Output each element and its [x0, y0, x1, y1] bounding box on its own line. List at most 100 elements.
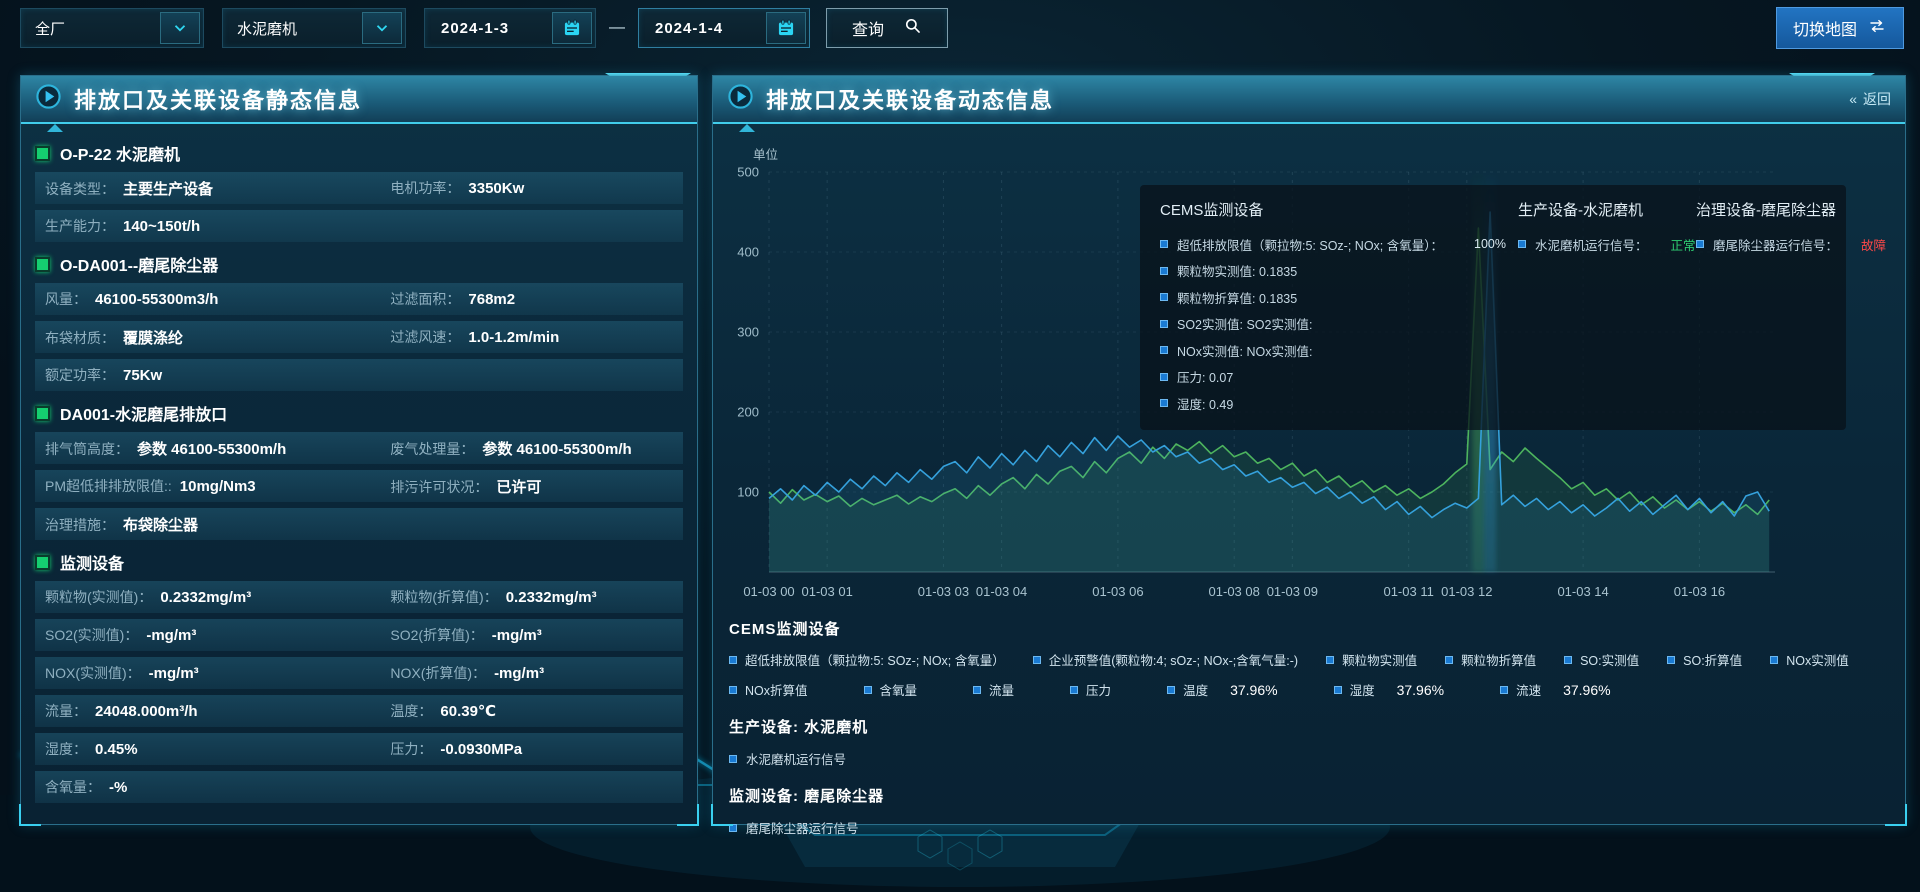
legend-item-label: 磨尾除尘器运行信号: [746, 818, 859, 837]
info-row: PM超低排排放限值::10mg/Nm3 排污许可状况：已许可: [35, 470, 683, 502]
play-icon: [35, 83, 62, 115]
section-header: O-DA001--磨尾除尘器: [35, 248, 683, 280]
static-info-panel-header: 排放口及关联设备静态信息: [21, 76, 697, 124]
legend-bullet-icon: [1160, 293, 1168, 301]
play-icon: [727, 83, 754, 115]
field-label: 治理措施：: [45, 515, 115, 535]
tooltip-title: 治理设备-磨尾除尘器: [1696, 199, 1886, 220]
svg-text:01-03 08: 01-03 08: [1209, 584, 1260, 599]
info-row: 风量：46100-55300m3/h 过滤面积：768m2: [35, 283, 683, 315]
legend-bullet-icon: [1160, 346, 1168, 354]
field-label: 湿度：: [45, 739, 87, 759]
section-header: DA001-水泥磨尾排放口: [35, 397, 683, 429]
info-row: 治理措施：布袋除尘器: [35, 508, 683, 540]
field-label: NOX(折算值)：: [390, 663, 486, 683]
info-row: 颗粒物(实测值)：0.2332mg/m³ 颗粒物(折算值)：0.2332mg/m…: [35, 581, 683, 613]
info-row: NOX(实测值)：-mg/m³ NOX(折算值)：-mg/m³: [35, 657, 683, 689]
legend-bullet-icon: [1160, 320, 1168, 328]
tooltip-item: 颗粒物折算值: 0.1835: [1160, 284, 1518, 311]
field-label: 设备类型：: [45, 179, 115, 199]
info-row: 布袋材质：覆膜涤纶 过滤风速：1.0-1.2m/min: [35, 321, 683, 353]
legend-item[interactable]: 颗粒物实测值: [1326, 650, 1417, 669]
legend-item-label: SO:折算值: [1683, 650, 1742, 669]
legend-item-label: SO:实测值: [1580, 650, 1639, 669]
field-label: SO2(实测值)：: [45, 625, 138, 645]
section-title: DA001-水泥磨尾排放口: [60, 401, 227, 425]
monitor-device-block: 监测设备: 磨尾除尘器 磨尾除尘器运行信号: [729, 785, 1889, 837]
legend-item-label: 压力: [1086, 680, 1111, 699]
legend-item[interactable]: 超低排放限值（颗拉物:5: SOz-; NOx; 含氧量）: [729, 650, 1005, 669]
field-label: 电机功率：: [390, 178, 460, 198]
tooltip-item: 水泥磨机运行信号：正常: [1518, 231, 1696, 258]
legend-item-label: 水泥磨机运行信号: [746, 749, 846, 768]
legend-item[interactable]: 压力: [1070, 680, 1111, 699]
legend-bullet-icon: [729, 755, 737, 763]
legend-item[interactable]: 企业预警值(颗粒物:4; sOz-; NOx-;含氧气量:-): [1033, 650, 1298, 669]
field-value: 60.39℃: [440, 702, 496, 720]
monitor-device-title: 监测设备: 磨尾除尘器: [729, 785, 1889, 806]
legend-bullet-icon: [1033, 656, 1041, 664]
field-label: 排气筒高度：: [45, 439, 129, 459]
legend-item[interactable]: 含氧量: [864, 680, 918, 699]
production-device-block: 生产设备: 水泥磨机 水泥磨机运行信号: [729, 716, 1889, 768]
legend-item[interactable]: 颗粒物折算值: [1445, 650, 1536, 669]
section-title: O-P-22 水泥磨机: [60, 141, 180, 165]
legend-item[interactable]: NOx实测值: [1770, 650, 1849, 669]
legend-bullet-icon: [1326, 656, 1334, 664]
legend-item-value: 37.96%: [1563, 682, 1610, 698]
tooltip-item-text: SO2实测值: SO2实测值:: [1177, 314, 1312, 333]
legend-bullet-icon: [1518, 240, 1526, 248]
date-to-value: 2024-1-4: [639, 20, 723, 37]
svg-text:01-03 01: 01-03 01: [801, 584, 852, 599]
legend-bullet-icon: [1160, 267, 1168, 275]
tooltip-item: NOx实测值: NOx实测值:: [1160, 337, 1518, 364]
field-value: 参数 46100-55300m/h: [482, 438, 631, 459]
legend-bullet-icon: [973, 686, 981, 694]
info-row: 含氧量：-%: [35, 771, 683, 803]
legend-item[interactable]: 流量: [973, 680, 1014, 699]
legend-item-label: 湿度: [1350, 680, 1375, 699]
field-label: 颗粒物(折算值)：: [390, 587, 497, 607]
back-button[interactable]: « 返回: [1849, 89, 1891, 109]
legend-item-value: 37.96%: [1397, 682, 1444, 698]
tooltip-col-treatment: 治理设备-磨尾除尘器 磨尾除尘器运行信号：故障: [1696, 199, 1886, 417]
plant-select[interactable]: 全厂: [20, 8, 204, 48]
field-value: -0.0930MPa: [440, 741, 522, 758]
legend-item-value: 37.96%: [1230, 682, 1277, 698]
legend-item[interactable]: NOx折算值: [729, 680, 808, 699]
field-value: 参数 46100-55300m/h: [137, 438, 286, 459]
legend-bullet-icon: [1070, 686, 1078, 694]
legend-bullet-icon: [1160, 373, 1168, 381]
legend-bullet-icon: [729, 656, 737, 664]
legend-item-label: 企业预警值(颗粒物:4; sOz-; NOx-;含氧气量:-): [1049, 650, 1298, 669]
legend-item[interactable]: 湿度 37.96%: [1334, 680, 1445, 699]
query-button[interactable]: 查询: [826, 8, 948, 48]
section-header: O-P-22 水泥磨机: [35, 137, 683, 169]
swap-arrows-icon: [1867, 17, 1887, 40]
legend-item-label: 流量: [989, 680, 1014, 699]
tooltip-title: 生产设备-水泥磨机: [1518, 199, 1696, 220]
section-bullet-icon: [35, 555, 50, 570]
switch-map-button[interactable]: 切换地图: [1776, 7, 1904, 49]
device-select[interactable]: 水泥磨机: [222, 8, 406, 48]
date-range-separator: —: [596, 19, 638, 37]
legend-item[interactable]: 温度37.96%: [1167, 680, 1278, 699]
date-from-input[interactable]: 2024-1-3: [424, 8, 596, 48]
section-header: 监测设备: [35, 546, 683, 578]
legend-item-label: 含氧量: [880, 680, 918, 699]
legend-item[interactable]: 水泥磨机运行信号: [729, 749, 1889, 768]
chevron-down-icon: [362, 12, 402, 44]
legend-item[interactable]: 流速37.96%: [1500, 680, 1611, 699]
legend-item[interactable]: SO:实测值: [1564, 650, 1639, 669]
tooltip-item-text: 颗粒物折算值: 0.1835: [1177, 288, 1297, 307]
legend-item[interactable]: SO:折算值: [1667, 650, 1742, 669]
tooltip-item: 颗粒物实测值: 0.1835: [1160, 258, 1518, 285]
section-bullet-icon: [35, 146, 50, 161]
info-row: 排气筒高度：参数 46100-55300m/h 废气处理量：参数 46100-5…: [35, 432, 683, 464]
field-value: 3350Kw: [468, 180, 524, 197]
production-device-title: 生产设备: 水泥磨机: [729, 716, 1889, 737]
legend-item[interactable]: 磨尾除尘器运行信号: [729, 818, 1889, 837]
date-to-input[interactable]: 2024-1-4: [638, 8, 810, 48]
tooltip-item-text: NOx实测值: NOx实测值:: [1177, 341, 1312, 360]
dynamic-info-panel-title: 排放口及关联设备动态信息: [766, 83, 1054, 115]
